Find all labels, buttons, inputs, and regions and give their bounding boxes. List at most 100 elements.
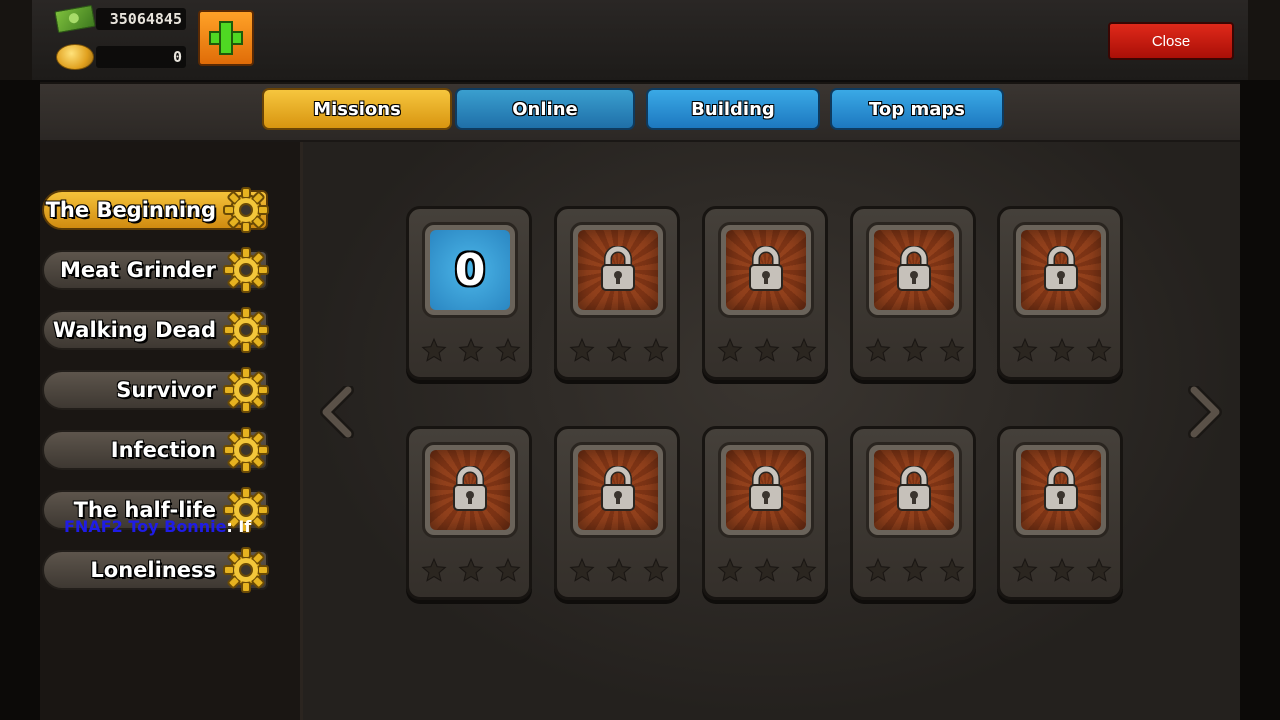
star-icon bbox=[717, 557, 743, 583]
star-icon bbox=[902, 337, 928, 363]
level-tile-locked bbox=[1021, 450, 1101, 530]
level-tile-locked bbox=[430, 450, 510, 530]
cash-counter: 35064845 bbox=[54, 4, 186, 34]
tab-top-maps[interactable]: Top maps bbox=[830, 88, 1004, 130]
star-icon bbox=[495, 337, 521, 363]
level-card-9[interactable] bbox=[850, 426, 976, 600]
chat-text: : If bbox=[226, 517, 252, 536]
star-icon bbox=[606, 557, 632, 583]
cash-icon bbox=[54, 4, 96, 34]
star-icon bbox=[458, 337, 484, 363]
level-frame bbox=[866, 442, 962, 538]
star-icon bbox=[717, 337, 743, 363]
star-rating bbox=[865, 557, 965, 583]
mission-item-infection[interactable]: Infection bbox=[42, 430, 268, 470]
left-border bbox=[0, 80, 40, 720]
chevron-right-icon[interactable] bbox=[1184, 386, 1224, 438]
level-card-5[interactable] bbox=[997, 206, 1123, 380]
level-frame bbox=[866, 222, 962, 318]
star-icon bbox=[791, 337, 817, 363]
mission-item-survivor[interactable]: Survivor bbox=[42, 370, 268, 410]
level-tile-locked bbox=[578, 450, 658, 530]
level-card-4[interactable] bbox=[850, 206, 976, 380]
star-icon bbox=[421, 337, 447, 363]
level-tile-unlocked: 0 bbox=[430, 230, 510, 310]
star-icon bbox=[939, 337, 965, 363]
level-frame bbox=[422, 442, 518, 538]
level-frame bbox=[570, 442, 666, 538]
star-icon bbox=[754, 557, 780, 583]
level-card-7[interactable] bbox=[554, 426, 680, 600]
gear-icon bbox=[222, 426, 270, 474]
level-card-6[interactable] bbox=[406, 426, 532, 600]
close-button[interactable]: Close bbox=[1108, 22, 1234, 60]
star-rating bbox=[1012, 557, 1112, 583]
gear-icon bbox=[222, 186, 270, 234]
level-tile-locked bbox=[578, 230, 658, 310]
star-icon bbox=[495, 557, 521, 583]
star-icon bbox=[643, 557, 669, 583]
lock-icon bbox=[1042, 246, 1080, 292]
star-rating bbox=[569, 557, 669, 583]
level-card-8[interactable] bbox=[702, 426, 828, 600]
star-icon bbox=[569, 337, 595, 363]
star-icon bbox=[643, 337, 669, 363]
mission-item-walking-dead[interactable]: Walking Dead bbox=[42, 310, 268, 350]
star-icon bbox=[1086, 337, 1112, 363]
lock-icon bbox=[1042, 466, 1080, 512]
chevron-left-icon[interactable] bbox=[318, 386, 358, 438]
star-rating bbox=[1012, 337, 1112, 363]
mission-item-loneliness[interactable]: Loneliness bbox=[42, 550, 268, 590]
level-tile-locked bbox=[1021, 230, 1101, 310]
star-icon bbox=[1049, 557, 1075, 583]
lock-icon bbox=[895, 246, 933, 292]
star-icon bbox=[569, 557, 595, 583]
mission-label: Loneliness bbox=[90, 558, 216, 582]
mission-item-meat-grinder[interactable]: Meat Grinder bbox=[42, 250, 268, 290]
mission-label: Infection bbox=[110, 438, 216, 462]
star-icon bbox=[754, 337, 780, 363]
lock-icon bbox=[747, 466, 785, 512]
star-icon bbox=[902, 557, 928, 583]
lock-icon bbox=[599, 246, 637, 292]
lock-icon bbox=[747, 246, 785, 292]
level-tile-locked bbox=[874, 230, 954, 310]
level-frame bbox=[1013, 222, 1109, 318]
level-frame bbox=[718, 222, 814, 318]
mission-label: The Beginning bbox=[45, 198, 216, 222]
mission-item-the-beginning[interactable]: The Beginning bbox=[42, 190, 268, 230]
level-frame: 0 bbox=[422, 222, 518, 318]
level-card-3[interactable] bbox=[702, 206, 828, 380]
star-icon bbox=[1049, 337, 1075, 363]
star-icon bbox=[791, 557, 817, 583]
gear-icon bbox=[222, 246, 270, 294]
lock-icon bbox=[895, 466, 933, 512]
mission-label: Survivor bbox=[116, 378, 216, 402]
star-icon bbox=[1012, 337, 1038, 363]
tab-bar: Missions Online Building Top maps bbox=[40, 84, 1240, 142]
level-card-10[interactable] bbox=[997, 426, 1123, 600]
tab-building[interactable]: Building bbox=[646, 88, 820, 130]
mission-label: Walking Dead bbox=[52, 318, 216, 342]
level-card-2[interactable] bbox=[554, 206, 680, 380]
gold-counter: 0 bbox=[56, 44, 186, 70]
right-border bbox=[1240, 80, 1280, 720]
level-tile-locked bbox=[726, 450, 806, 530]
chat-player-name: FNAF2 Toy Bonnie bbox=[64, 517, 227, 536]
gear-icon bbox=[222, 366, 270, 414]
gear-icon bbox=[222, 546, 270, 594]
level-tile-locked bbox=[726, 230, 806, 310]
star-icon bbox=[421, 557, 447, 583]
gold-value: 0 bbox=[96, 46, 186, 68]
tab-online[interactable]: Online bbox=[455, 88, 635, 130]
star-icon bbox=[458, 557, 484, 583]
tab-missions[interactable]: Missions bbox=[262, 88, 452, 130]
star-icon bbox=[1012, 557, 1038, 583]
level-card-1[interactable]: 0 bbox=[406, 206, 532, 380]
mission-sidebar: The Beginning Meat Grinder Walking Dead … bbox=[40, 142, 303, 720]
star-rating bbox=[421, 337, 521, 363]
star-icon bbox=[939, 557, 965, 583]
add-currency-button[interactable] bbox=[198, 10, 254, 66]
star-icon bbox=[865, 557, 891, 583]
plus-icon-vertical bbox=[219, 21, 233, 55]
